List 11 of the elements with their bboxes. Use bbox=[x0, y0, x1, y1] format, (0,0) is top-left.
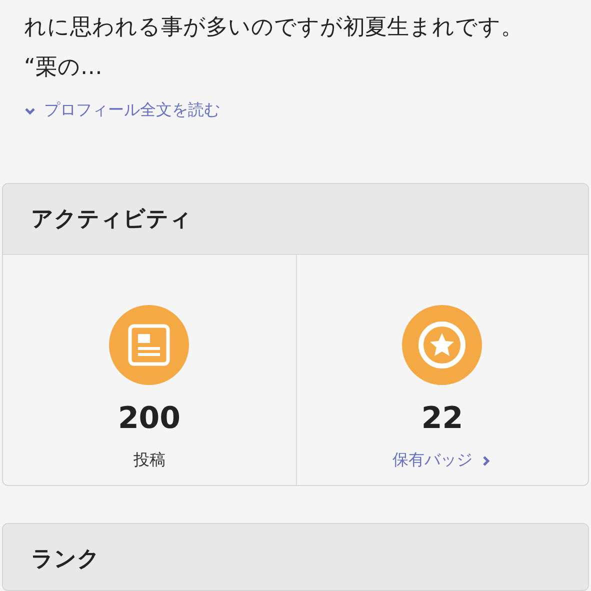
card-title: ランク bbox=[31, 546, 100, 574]
chevron-right-icon bbox=[480, 454, 492, 466]
star-badge-icon bbox=[417, 320, 468, 370]
stat-label: 投稿 bbox=[133, 450, 166, 471]
stat-link[interactable]: 保有バッジ bbox=[392, 450, 492, 471]
stat-value: 22 bbox=[421, 401, 464, 436]
profile-text: れに思われる事が多いのですが初夏生まれです。 “栗の… bbox=[24, 14, 524, 82]
document-icon bbox=[127, 323, 172, 367]
stat-value: 200 bbox=[118, 401, 181, 436]
read-more-link[interactable]: プロフィール全文を読む bbox=[24, 100, 220, 121]
card-title: アクティビティ bbox=[31, 206, 192, 234]
